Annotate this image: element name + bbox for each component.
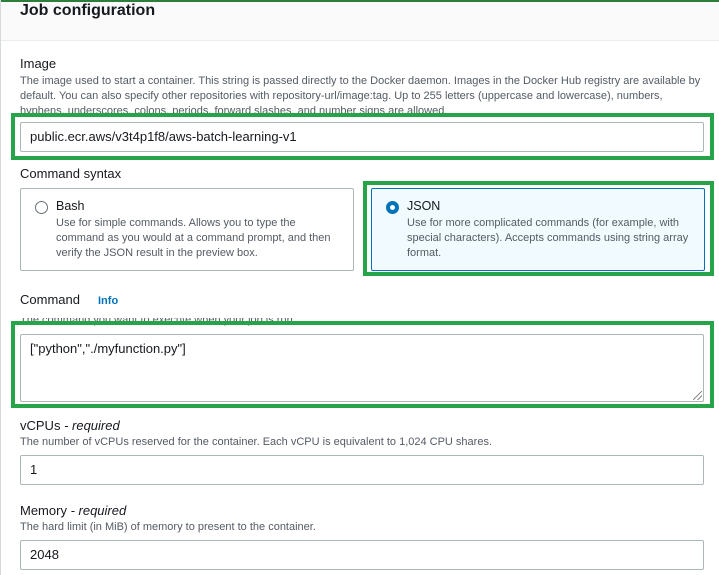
memory-input[interactable]: 2048 <box>20 540 704 570</box>
image-highlight-frame <box>11 113 714 160</box>
bash-option-desc-1: Use for simple commands. Allows you to t… <box>56 217 296 229</box>
image-description-line-3: hyphens, underscores, colons, periods, f… <box>20 105 448 113</box>
panel-header: Job configuration <box>1 0 719 41</box>
section-title: Job configuration <box>20 2 156 19</box>
memory-label-text: Memory <box>20 503 67 518</box>
vcpus-label: vCPUs - required <box>20 418 120 434</box>
memory-label: Memory - required <box>20 503 126 519</box>
command-highlight-frame <box>11 321 714 408</box>
vcpus-required-tag: - required <box>64 418 120 433</box>
panel-top-border <box>1 0 719 2</box>
command-label: Command <box>20 292 80 307</box>
bash-radio[interactable] <box>35 201 48 214</box>
json-highlight-frame <box>363 181 714 276</box>
job-configuration-panel: Job configuration Image The image used t… <box>0 0 719 575</box>
bash-option-desc-3: verify the JSON result in the preview bo… <box>56 247 258 259</box>
command-info-link[interactable]: Info <box>98 294 118 308</box>
image-description-line-1: The image used to start a container. Thi… <box>20 75 701 87</box>
command-syntax-label: Command syntax <box>20 166 122 181</box>
image-label: Image <box>20 56 57 71</box>
vcpus-description: The number of vCPUs reserved for the con… <box>20 436 493 448</box>
vcpus-input[interactable]: 1 <box>20 455 704 485</box>
bash-option-title: Bash <box>56 199 85 213</box>
image-description-line-2: default. You can also specify other repo… <box>20 90 663 102</box>
memory-description: The hard limit (in MiB) of memory to pre… <box>20 521 316 533</box>
image-description-clip: hyphens, underscores, colons, periods, f… <box>20 104 710 113</box>
bash-option-card[interactable]: Bash Use for simple commands. Allows you… <box>20 188 354 271</box>
bash-option-desc-2: command as you would at a command prompt… <box>56 232 331 244</box>
vcpus-label-text: vCPUs <box>20 418 61 433</box>
memory-required-tag: - required <box>70 503 127 518</box>
